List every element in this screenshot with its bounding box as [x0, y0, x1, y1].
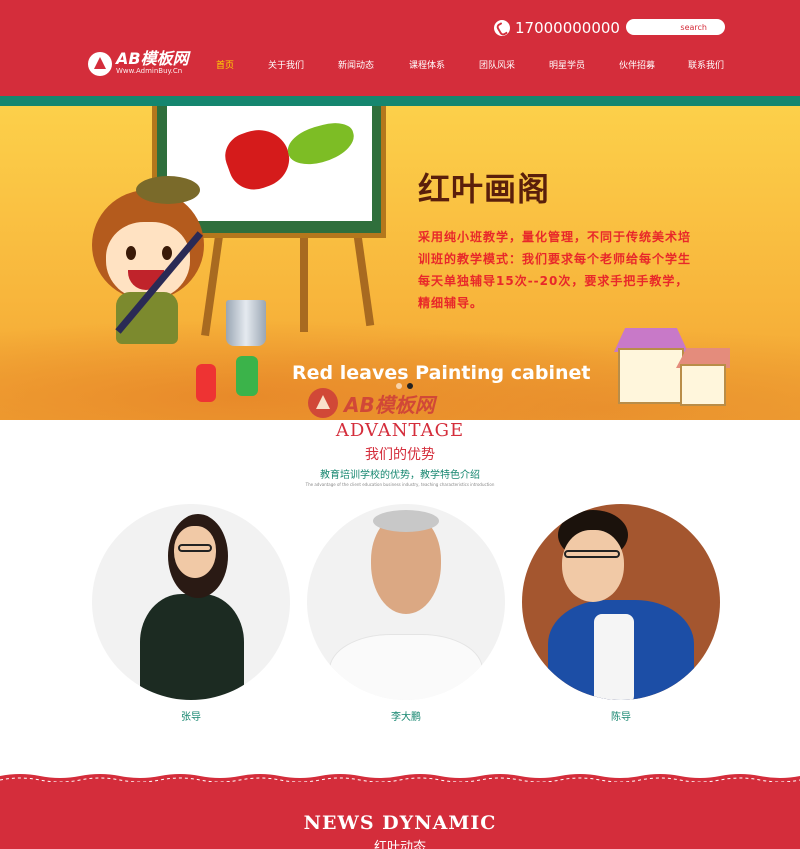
- teacher-photo[interactable]: [307, 504, 505, 700]
- search-box[interactable]: [626, 19, 725, 35]
- news-title-en: NEWS DYNAMIC: [303, 812, 497, 834]
- news-section: NEWS DYNAMIC 红叶动态: [0, 770, 800, 849]
- advantage-title-en: ADVANTAGE: [335, 420, 465, 441]
- main-nav: 首页 关于我们 新闻动态 课程体系 团队风采 明星学员 伙伴招募 联系我们: [0, 58, 800, 72]
- nav-item-partners[interactable]: 伙伴招募: [619, 58, 655, 71]
- watermark-icon: [308, 388, 338, 418]
- teacher-card[interactable]: 李大鹏: [307, 504, 505, 723]
- phone-contact: 17000000000: [494, 18, 620, 38]
- nav-item-contact[interactable]: 联系我们: [688, 58, 724, 71]
- painting-canvas: [167, 106, 372, 221]
- paint-bucket-icon: [226, 300, 266, 346]
- banner-description: 采用纯小班教学，量化管理，不同于传统美术培训班的教学模式：我们要求每个老师给每个…: [418, 230, 692, 310]
- phone-icon: [494, 20, 510, 36]
- teacher-name: 张导: [181, 712, 201, 723]
- news-title-cn: 红叶动态: [373, 840, 426, 849]
- easel-leg-icon: [300, 236, 308, 332]
- site-header: 17000000000 AB模板网 Www.AdminBuy.Cn 首页 关于我…: [0, 0, 800, 96]
- nav-item-students[interactable]: 明星学员: [549, 58, 585, 71]
- advantage-title-cn: 我们的优势: [365, 447, 435, 463]
- nav-item-about[interactable]: 关于我们: [268, 58, 304, 71]
- green-paint-stroke: [283, 117, 359, 171]
- teacher-photo[interactable]: [92, 504, 290, 700]
- paint-tube-green-icon: [236, 356, 258, 396]
- teacher-card[interactable]: 张导: [92, 504, 290, 723]
- watermark-logo: AB模板网: [308, 388, 435, 418]
- girl-eye: [162, 246, 172, 260]
- glasses-icon: [564, 550, 620, 558]
- girl-eye: [126, 246, 136, 260]
- nav-item-home[interactable]: 首页: [216, 58, 234, 71]
- watermark-text: AB模板网: [344, 392, 435, 417]
- banner-title: 红叶画阁: [418, 170, 551, 208]
- advantage-subtitle: 教育培训学校的优势，教学特色介绍: [320, 470, 480, 481]
- house-illustration: [614, 328, 730, 406]
- red-paint-stroke: [218, 121, 298, 197]
- banner-english-title: Red leaves Painting cabinet: [292, 362, 591, 384]
- nav-item-courses[interactable]: 课程体系: [409, 58, 445, 71]
- teacher-photo[interactable]: [522, 504, 720, 700]
- hero-banner[interactable]: 红叶画阁 采用纯小班教学，量化管理，不同于传统美术培训班的教学模式：我们要求每个…: [0, 106, 800, 420]
- teacher-card[interactable]: 陈导: [522, 504, 720, 723]
- advantage-description: The advantage of the client education bu…: [305, 482, 495, 487]
- teacher-name: 李大鹏: [391, 712, 421, 723]
- nav-item-team[interactable]: 团队风采: [479, 58, 515, 71]
- header-divider: [0, 96, 800, 106]
- phone-number: 17000000000: [515, 19, 620, 37]
- glasses-icon: [178, 544, 212, 552]
- beret-illustration: [136, 176, 200, 204]
- nav-item-news[interactable]: 新闻动态: [338, 58, 374, 71]
- teacher-name: 陈导: [611, 712, 631, 723]
- paint-tube-red-icon: [196, 364, 216, 402]
- search-input[interactable]: [637, 22, 707, 32]
- wave-divider: [0, 770, 800, 782]
